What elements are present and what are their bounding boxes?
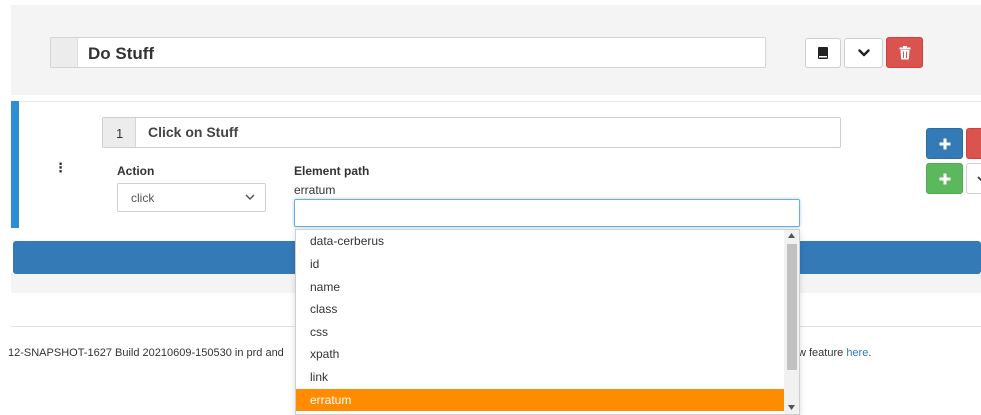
test-title: Do Stuff bbox=[88, 44, 155, 63]
feature-notice: w feature here. bbox=[798, 347, 871, 359]
plus-icon bbox=[939, 138, 950, 149]
scroll-down-icon[interactable] bbox=[788, 405, 795, 410]
element-path-label: Element path bbox=[294, 164, 370, 178]
action-select[interactable]: click bbox=[117, 183, 266, 212]
dropdown-option[interactable]: name bbox=[296, 276, 784, 298]
step-number-box: 1 bbox=[103, 118, 136, 147]
book-button[interactable] bbox=[805, 38, 841, 68]
dropdown-option-selected[interactable]: erratum bbox=[296, 389, 784, 411]
delete-test-button[interactable] bbox=[886, 37, 923, 68]
chevron-down-icon bbox=[245, 194, 255, 201]
dropdown-scrollbar[interactable] bbox=[784, 230, 799, 414]
chevron-down-icon bbox=[977, 176, 981, 182]
action-label: Action bbox=[117, 164, 155, 178]
dropdown-option[interactable]: id bbox=[296, 253, 784, 275]
step-menu-icon[interactable]: ⋮ bbox=[54, 160, 67, 176]
step-number: 1 bbox=[116, 126, 124, 141]
step-title: Click on Stuff bbox=[148, 124, 239, 140]
scroll-up-icon[interactable] bbox=[788, 233, 795, 238]
test-title-input[interactable]: Do Stuff bbox=[50, 37, 766, 68]
dropdown-option[interactable]: xpath bbox=[296, 343, 784, 365]
feature-suffix: . bbox=[868, 347, 872, 359]
add-step-below-button[interactable] bbox=[926, 163, 963, 194]
step-options-button[interactable] bbox=[966, 163, 981, 194]
add-step-above-button[interactable] bbox=[926, 128, 963, 159]
plus-icon bbox=[939, 173, 950, 184]
dropdown-option[interactable]: class bbox=[296, 298, 784, 320]
book-icon bbox=[818, 47, 828, 59]
feature-text: w feature bbox=[798, 347, 847, 359]
element-path-dropdown[interactable]: data-cerberus id name class css xpath li… bbox=[295, 229, 800, 415]
dropdown-scroll-thumb[interactable] bbox=[787, 244, 797, 370]
delete-step-button[interactable] bbox=[966, 128, 981, 159]
dropdown-option[interactable]: css bbox=[296, 321, 784, 343]
element-path-input[interactable] bbox=[294, 199, 800, 227]
build-info: 12-SNAPSHOT-1627 Build 20210609-150530 i… bbox=[8, 347, 284, 359]
feature-link[interactable]: here bbox=[846, 347, 868, 359]
dropdown-option[interactable]: data-cerberus bbox=[296, 230, 784, 252]
title-addon bbox=[51, 38, 78, 67]
chevron-down-icon bbox=[857, 49, 870, 57]
step-accent-bar bbox=[11, 101, 19, 228]
collapse-button[interactable] bbox=[844, 38, 883, 68]
dropdown-option[interactable]: link bbox=[296, 366, 784, 388]
trash-icon bbox=[899, 45, 910, 59]
action-select-value: click bbox=[131, 191, 155, 205]
step-title-input[interactable]: 1 Click on Stuff bbox=[102, 117, 841, 148]
element-path-value: erratum bbox=[294, 183, 336, 197]
